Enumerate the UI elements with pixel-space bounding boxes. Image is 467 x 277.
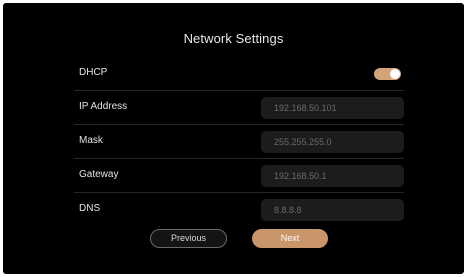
- mask-row: Mask 255.255.255.0: [74, 125, 404, 159]
- previous-button[interactable]: Previous: [150, 229, 227, 248]
- dhcp-toggle[interactable]: [374, 68, 401, 80]
- next-button[interactable]: Next: [252, 229, 328, 248]
- dhcp-label: DHCP: [79, 67, 108, 78]
- page-title: Network Settings: [183, 31, 284, 46]
- network-settings-screen: Network Settings DHCP IP Address 192.168…: [3, 3, 464, 274]
- dns-row: DNS 8.8.8.8: [74, 193, 404, 227]
- dns-field[interactable]: 8.8.8.8: [261, 199, 404, 221]
- dns-label: DNS: [79, 203, 101, 214]
- mask-label: Mask: [79, 135, 103, 146]
- ip-address-field[interactable]: 192.168.50.101: [261, 97, 404, 119]
- ip-address-label: IP Address: [79, 101, 128, 112]
- mask-field[interactable]: 255.255.255.0: [261, 131, 404, 153]
- dhcp-row: DHCP: [74, 57, 404, 91]
- toggle-knob: [390, 69, 400, 79]
- ip-address-row: IP Address 192.168.50.101: [74, 91, 404, 125]
- gateway-row: Gateway 192.168.50.1: [74, 159, 404, 193]
- gateway-label: Gateway: [79, 169, 119, 180]
- gateway-field[interactable]: 192.168.50.1: [261, 165, 404, 187]
